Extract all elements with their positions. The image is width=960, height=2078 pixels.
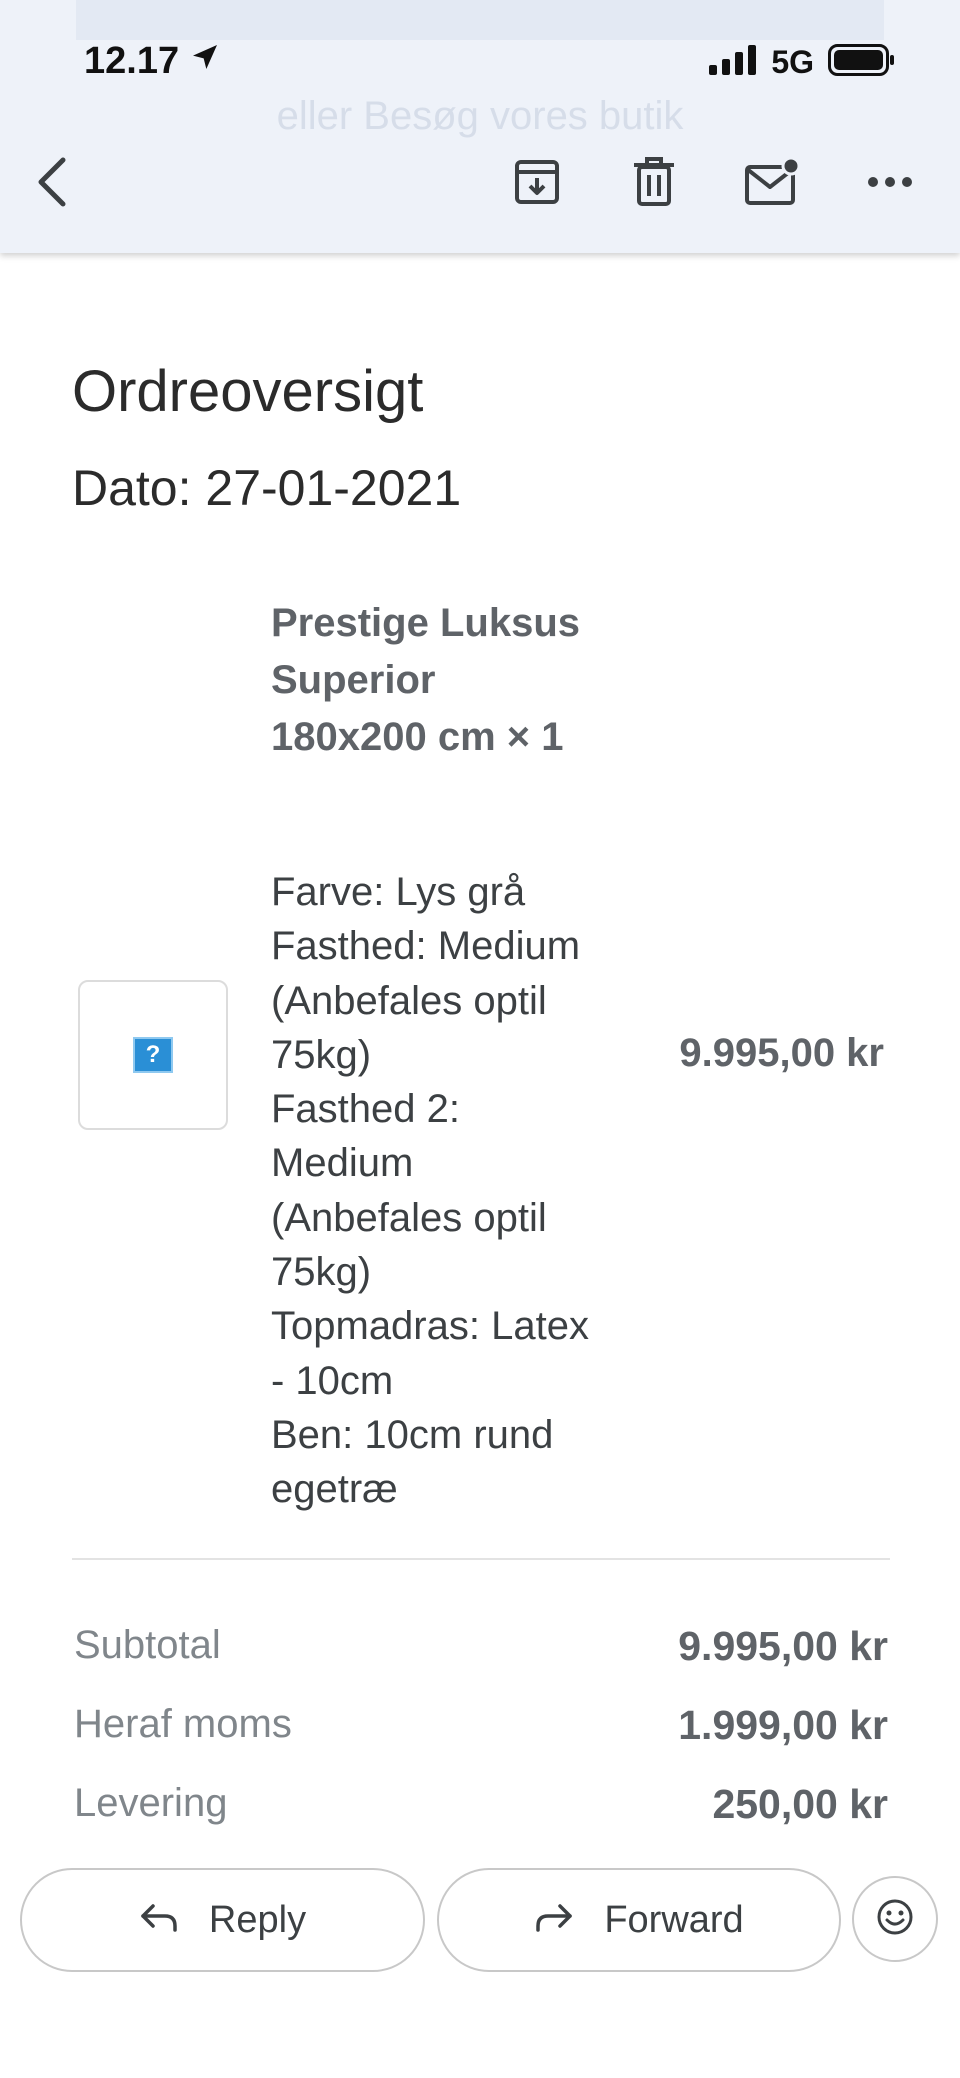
delivery-label: Levering <box>74 1781 228 1825</box>
option-line: egetræ <box>271 1467 398 1512</box>
subtotal-value: 9.995,00 kr <box>678 1623 888 1669</box>
option-line: Fasthed: Medium <box>271 924 581 969</box>
item-price: 9.995,00 kr <box>679 1031 884 1075</box>
reply-button[interactable]: Reply <box>20 1868 425 1972</box>
broken-image-icon: ? <box>133 1037 173 1073</box>
archive-icon[interactable] <box>505 150 569 214</box>
time-label: 12.17 <box>84 40 180 82</box>
top-app-bar: eller Besøg vores butik 12.17 5G <box>0 0 960 253</box>
product-name-line: Prestige Luksus <box>271 601 581 645</box>
delete-icon[interactable] <box>622 150 686 214</box>
product-image-placeholder: ? <box>78 980 228 1130</box>
reply-label: Reply <box>208 1898 307 1941</box>
divider <box>72 1558 890 1560</box>
option-line: Farve: Lys grå <box>271 870 526 914</box>
order-date: Dato: 27-01-2021 <box>72 460 462 516</box>
option-line: (Anbefales optil <box>271 1195 547 1240</box>
option-line: Ben: 10cm rund <box>271 1412 554 1457</box>
reply-icon <box>139 1899 179 1942</box>
product-name: Prestige Luksus Superior 180x200 cm × 1 <box>271 595 631 766</box>
option-line: 75kg) <box>271 1032 372 1077</box>
forward-button[interactable]: Forward <box>437 1868 841 1972</box>
option-line: Fasthed 2: <box>271 1087 461 1132</box>
forward-label: Forward <box>604 1898 744 1941</box>
status-indicators: 5G <box>709 44 896 81</box>
emoji-reaction-button[interactable] <box>852 1876 938 1962</box>
location-arrow-icon <box>189 40 221 83</box>
mark-unread-icon[interactable] <box>740 150 804 214</box>
option-line: (Anbefales optil <box>271 978 547 1023</box>
option-line: Medium <box>271 1141 414 1186</box>
order-title: Ordreoversigt <box>72 359 424 424</box>
option-line: - 10cm <box>271 1358 394 1403</box>
back-arrow-icon[interactable] <box>22 150 86 214</box>
background-text: eller Besøg vores butik <box>276 94 684 138</box>
product-name-line: Superior <box>271 658 436 702</box>
signal-bars-icon <box>709 45 757 80</box>
vat-label: Heraf moms <box>74 1702 292 1746</box>
forward-icon <box>534 1899 574 1942</box>
subtotal-label: Subtotal <box>74 1623 221 1667</box>
delivery-value: 250,00 kr <box>712 1781 888 1827</box>
more-options-icon[interactable] <box>858 150 922 214</box>
vat-value: 1.999,00 kr <box>678 1702 888 1748</box>
product-size-quantity: 180x200 cm × 1 <box>271 715 564 759</box>
status-time: 12.17 <box>84 40 221 83</box>
option-line: 75kg) <box>271 1250 372 1295</box>
background-banner <box>76 0 884 40</box>
smiley-icon <box>876 1898 914 1941</box>
network-label: 5G <box>771 44 814 80</box>
battery-icon <box>828 44 896 81</box>
option-line: Topmadras: Latex <box>271 1304 589 1349</box>
product-options: Farve: Lys grå Fasthed: Medium (Anbefale… <box>271 865 621 1517</box>
